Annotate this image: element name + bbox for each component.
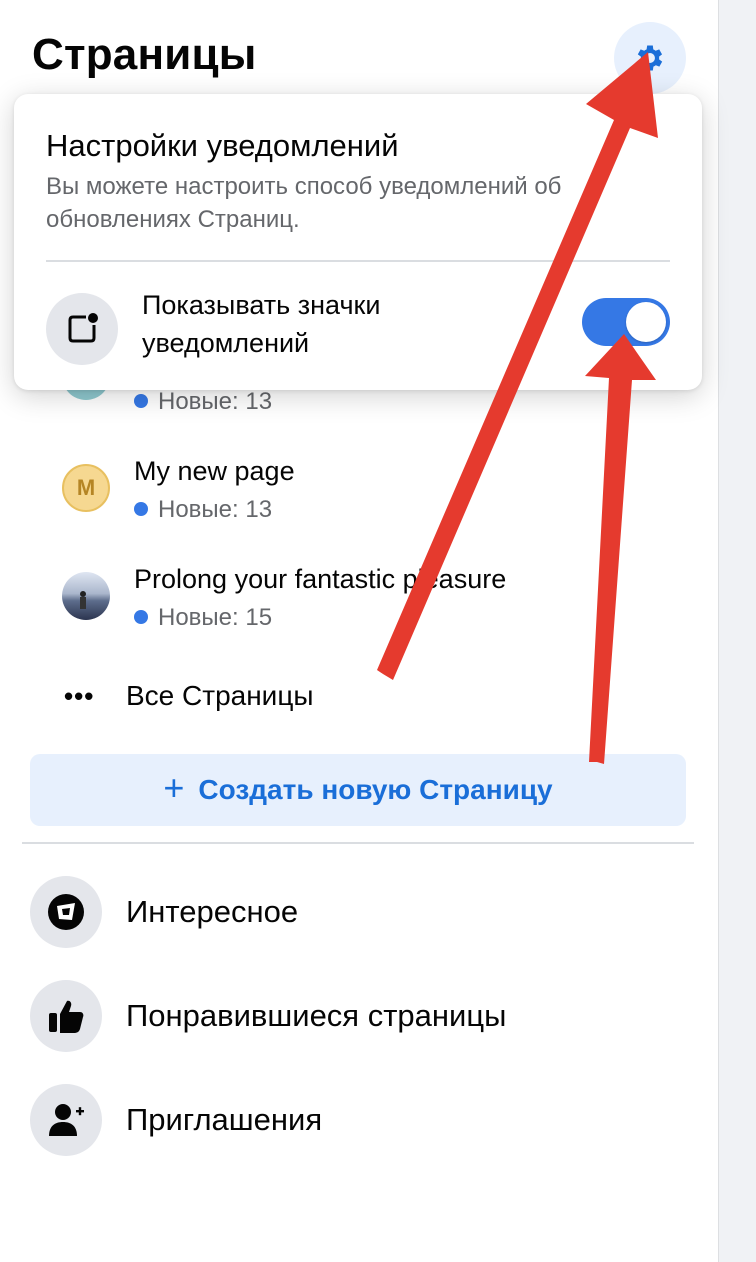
page-title: Страницы (32, 30, 257, 79)
new-count: Новые: 13 (134, 496, 272, 524)
page-name: Prolong your fantastic pleasure (134, 564, 507, 594)
new-count: Новые: 13 (134, 388, 272, 416)
photo-avatar (62, 572, 110, 620)
gear-icon (637, 45, 663, 71)
new-count-label: Новые: 13 (158, 388, 273, 415)
new-dot-icon (134, 610, 148, 624)
toggle-label: Показывать значки уведомлений (142, 290, 381, 358)
new-count: Новые: 15 (134, 604, 272, 632)
list-item[interactable]: M My new page Новые: 13 (0, 452, 718, 552)
nav-item-explore[interactable]: Интересное (30, 876, 298, 948)
nav-item-liked-pages[interactable]: Понравившиеся страницы (30, 980, 506, 1052)
letter-avatar: M (62, 464, 110, 512)
show-badges-toggle[interactable] (582, 298, 670, 346)
create-page-button[interactable]: + Создать новую Страницу (30, 754, 686, 826)
list-item[interactable]: Prolong your fantastic pleasure Новые: 1… (0, 560, 718, 660)
toggle-knob (626, 302, 666, 342)
right-gutter (718, 0, 756, 1262)
page-name: My new page (134, 456, 295, 486)
popup-description: Вы можете настроить способ уведомлений о… (46, 173, 562, 233)
avatar-letter: M (76, 475, 96, 500)
all-pages-link[interactable]: ••• Все Страницы (64, 676, 313, 716)
new-count-label: Новые: 15 (158, 604, 273, 631)
settings-button[interactable] (614, 22, 686, 94)
more-dots-icon: ••• (64, 680, 95, 711)
nav-item-invites[interactable]: Приглашения (30, 1084, 322, 1156)
nav-item-label: Понравившиеся страницы (126, 998, 507, 1033)
thumbs-up-icon (30, 980, 102, 1052)
explore-icon (30, 876, 102, 948)
divider (22, 842, 694, 844)
new-dot-icon (134, 394, 148, 408)
all-pages-label: Все Страницы (126, 680, 314, 711)
notification-badge-icon (46, 293, 118, 365)
popup-divider (46, 260, 670, 262)
nav-item-label: Интересное (126, 894, 299, 929)
nav-item-label: Приглашения (126, 1102, 323, 1137)
new-dot-icon (134, 502, 148, 516)
create-page-label: Создать новую Страницу (198, 774, 553, 805)
new-count-label: Новые: 13 (158, 496, 273, 523)
add-person-icon (30, 1084, 102, 1156)
popup-title: Настройки уведомлений (46, 128, 399, 163)
person-silhouette-icon (80, 591, 86, 609)
notification-settings-popup: Настройки уведомлений Вы можете настроит… (14, 94, 702, 390)
plus-icon: + (163, 767, 185, 808)
